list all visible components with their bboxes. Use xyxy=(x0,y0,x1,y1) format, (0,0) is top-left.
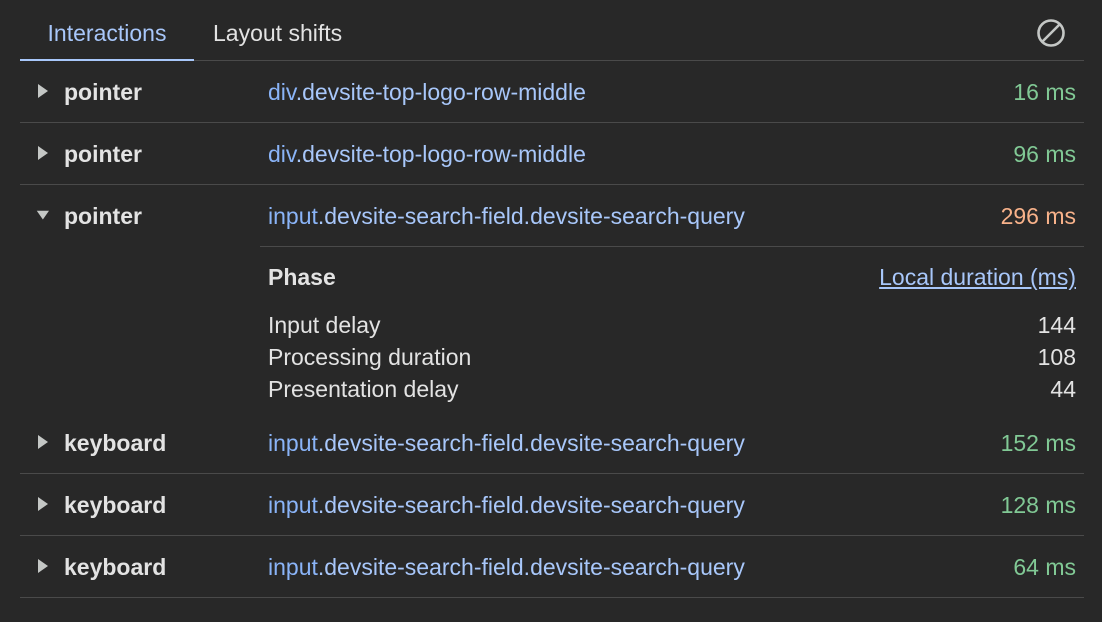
target-classes: .devsite-search-field.devsite-search-que… xyxy=(317,492,745,518)
interaction-row: pointer div.devsite-top-logo-row-middle … xyxy=(20,61,1084,123)
phase-name: Processing duration xyxy=(268,344,472,370)
phase-row: Presentation delay 44 xyxy=(268,373,1076,405)
collapse-triangle-icon xyxy=(36,210,49,220)
interaction-duration: 296 ms xyxy=(1000,203,1076,229)
interaction-target-link[interactable]: input.devsite-search-field.devsite-searc… xyxy=(268,185,745,246)
interaction-type: pointer xyxy=(64,203,142,229)
target-classes: .devsite-search-field.devsite-search-que… xyxy=(317,203,745,229)
target-classes: .devsite-search-field.devsite-search-que… xyxy=(317,430,745,456)
phase-value: 44 xyxy=(1050,376,1076,402)
tab-interactions[interactable]: Interactions xyxy=(20,0,194,61)
interaction-type: keyboard xyxy=(64,492,167,518)
interaction-target-link[interactable]: input.devsite-search-field.devsite-searc… xyxy=(268,474,745,535)
expand-triangle-icon xyxy=(38,559,48,573)
interaction-row: keyboard input.devsite-search-field.devs… xyxy=(20,412,1084,474)
interaction-duration: 64 ms xyxy=(1013,554,1076,580)
interaction-duration: 96 ms xyxy=(1013,141,1076,167)
target-tag: input xyxy=(268,203,318,229)
tab-bar: Interactions Layout shifts xyxy=(20,0,1084,61)
phase-value: 108 xyxy=(1037,344,1076,370)
target-tag: div xyxy=(268,79,296,105)
interaction-type: keyboard xyxy=(64,554,167,580)
clear-circle-slash-icon xyxy=(1037,19,1065,47)
target-classes: .devsite-top-logo-row-middle xyxy=(295,141,586,167)
local-duration-link[interactable]: Local duration (ms) xyxy=(879,264,1076,291)
expand-triangle-icon xyxy=(38,435,48,449)
interaction-target-link[interactable]: div.devsite-top-logo-row-middle xyxy=(268,123,586,184)
interaction-type: pointer xyxy=(64,79,142,105)
phase-breakdown-table: Phase Local duration (ms) Input delay 14… xyxy=(268,247,1076,405)
interaction-row-header[interactable]: keyboard input.devsite-search-field.devs… xyxy=(20,536,1084,597)
expand-triangle-icon xyxy=(38,146,48,160)
interaction-target-link[interactable]: div.devsite-top-logo-row-middle xyxy=(268,61,586,122)
interaction-row-header[interactable]: pointer div.devsite-top-logo-row-middle … xyxy=(20,123,1084,184)
interaction-row: keyboard input.devsite-search-field.devs… xyxy=(20,536,1084,598)
interactions-panel: Interactions Layout shifts pointer div.d… xyxy=(0,0,1102,622)
interaction-row: pointer div.devsite-top-logo-row-middle … xyxy=(20,123,1084,185)
phase-name: Presentation delay xyxy=(268,376,459,402)
target-classes: .devsite-top-logo-row-middle xyxy=(295,79,586,105)
phase-column-header: Phase xyxy=(268,264,336,290)
phase-name: Input delay xyxy=(268,312,381,338)
interaction-row: keyboard input.devsite-search-field.devs… xyxy=(20,474,1084,536)
target-tag: input xyxy=(268,492,318,518)
phase-row: Processing duration 108 xyxy=(268,341,1076,373)
clear-button[interactable] xyxy=(1036,18,1066,48)
target-tag: div xyxy=(268,141,296,167)
target-tag: input xyxy=(268,554,318,580)
phase-row: Input delay 144 xyxy=(268,309,1076,341)
interaction-row-header[interactable]: keyboard input.devsite-search-field.devs… xyxy=(20,412,1084,473)
expand-triangle-icon xyxy=(38,84,48,98)
phase-table-header: Phase Local duration (ms) xyxy=(268,247,1076,309)
interaction-duration: 152 ms xyxy=(1000,430,1076,456)
interaction-type: pointer xyxy=(64,141,142,167)
phase-value: 144 xyxy=(1037,312,1076,338)
tab-layout-shifts[interactable]: Layout shifts xyxy=(213,0,342,60)
interaction-target-link[interactable]: input.devsite-search-field.devsite-searc… xyxy=(268,412,745,473)
interaction-target-link[interactable]: input.devsite-search-field.devsite-searc… xyxy=(268,536,745,597)
target-classes: .devsite-search-field.devsite-search-que… xyxy=(317,554,745,580)
target-tag: input xyxy=(268,430,318,456)
expand-triangle-icon xyxy=(38,497,48,511)
interaction-row-header[interactable]: pointer div.devsite-top-logo-row-middle … xyxy=(20,61,1084,122)
interaction-row-header[interactable]: pointer input.devsite-search-field.devsi… xyxy=(20,185,1084,246)
interaction-duration: 16 ms xyxy=(1013,79,1076,105)
interaction-row-header[interactable]: keyboard input.devsite-search-field.devs… xyxy=(20,474,1084,535)
interaction-duration: 128 ms xyxy=(1000,492,1076,518)
interaction-type: keyboard xyxy=(64,430,167,456)
